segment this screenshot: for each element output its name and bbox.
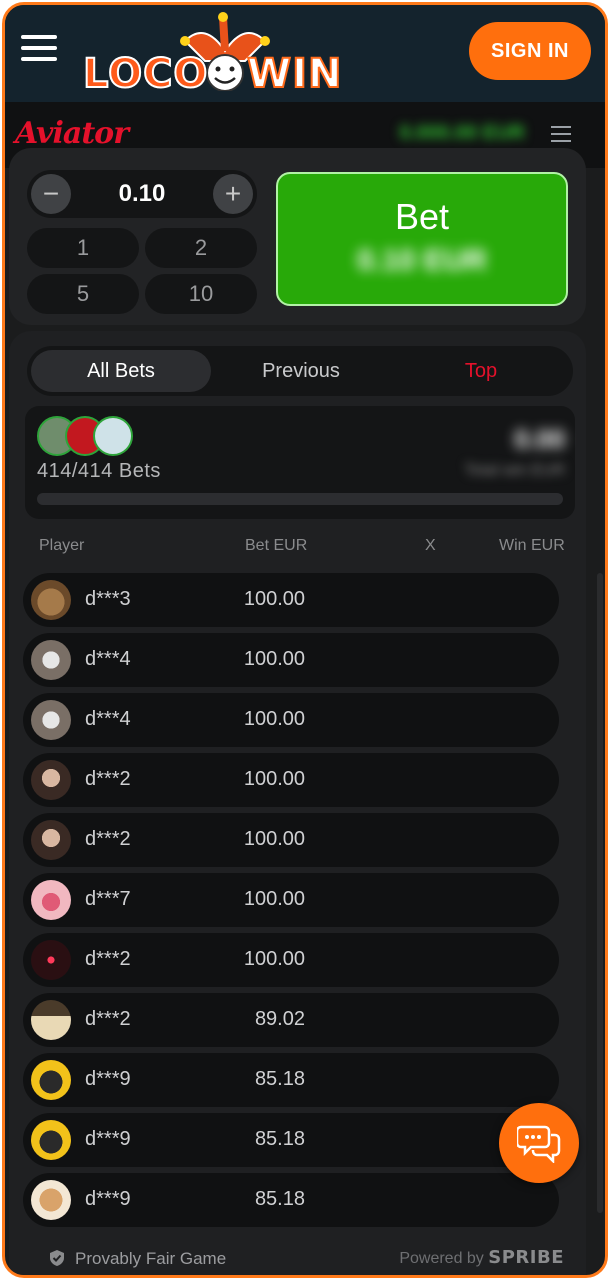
column-bet: Bet EUR	[245, 537, 308, 554]
logo-loco-text: LOCO	[82, 50, 209, 98]
logo-win-text: WIN	[246, 50, 343, 98]
quick-amount-5[interactable]: 5	[27, 274, 139, 314]
player-name: d***9	[85, 1128, 131, 1150]
player-name: d***2	[85, 768, 131, 790]
hamburger-icon[interactable]	[21, 35, 57, 65]
provably-fair-link[interactable]: Provably Fair Game	[75, 1249, 226, 1269]
column-multiplier: X	[425, 537, 436, 554]
avatar	[31, 1060, 71, 1100]
tab-top[interactable]: Top	[391, 350, 571, 392]
total-win-label: Total win EUR	[464, 462, 565, 479]
bets-count: 414/414 Bets	[37, 460, 161, 482]
avatar	[31, 1000, 71, 1040]
bet-amount: 85.18	[254, 1188, 305, 1210]
increase-button[interactable]: +	[213, 174, 253, 214]
bets-footer: Provably Fair Game Powered by SPRIBE	[9, 1241, 586, 1275]
column-win: Win EUR	[499, 537, 565, 554]
tab-previous[interactable]: Previous	[211, 350, 391, 392]
table-row: d***7 100.00	[23, 873, 559, 927]
bet-amount: 85.18	[254, 1128, 305, 1150]
table-row: d***2 100.00	[23, 933, 559, 987]
bet-button-label: Bet	[394, 196, 450, 237]
page-scrollbar[interactable]	[597, 573, 603, 1213]
avatar	[31, 940, 71, 980]
avatar	[31, 1180, 71, 1220]
chat-button[interactable]	[499, 1103, 579, 1183]
app-frame: LOCO WIN SIGN IN Aviator 0.000.00 EUR − …	[2, 2, 608, 1278]
shield-check-icon	[50, 1250, 64, 1266]
bet-panel: − 0.10 + 1 2 5 10 Bet 0.10 EUR	[9, 148, 586, 325]
tab-all-bets[interactable]: All Bets	[31, 350, 211, 392]
quick-amount-10[interactable]: 10	[145, 274, 257, 314]
table-row: d***4 100.00	[23, 693, 559, 747]
avatar-stack	[37, 416, 137, 456]
total-win-value: 0.00	[514, 424, 565, 454]
sign-in-button[interactable]: SIGN IN	[469, 22, 591, 80]
site-logo[interactable]: LOCO WIN	[79, 11, 343, 99]
quick-amount-1[interactable]: 1	[27, 228, 139, 268]
bet-button-amount: 0.10 EUR	[356, 244, 488, 277]
bet-amount: 100.00	[243, 708, 305, 730]
amount-stepper: − 0.10 +	[27, 170, 257, 218]
bet-amount-input[interactable]: 0.10	[67, 180, 217, 208]
quick-amount-2[interactable]: 2	[145, 228, 257, 268]
table-row: d***3 100.00	[23, 573, 559, 627]
bet-amount: 100.00	[243, 828, 305, 850]
avatar	[31, 700, 71, 740]
bets-progress-bar	[37, 493, 563, 505]
aviator-logo: Aviator	[15, 116, 129, 151]
bet-amount: 100.00	[243, 648, 305, 670]
bet-amount: 100.00	[243, 948, 305, 970]
bet-amount: 100.00	[243, 588, 305, 610]
bet-button[interactable]: Bet 0.10 EUR	[276, 172, 568, 306]
bet-amount: 85.18	[254, 1068, 305, 1090]
decrease-button[interactable]: −	[31, 174, 71, 214]
column-player: Player	[39, 537, 85, 554]
player-name: d***2	[85, 1008, 131, 1030]
player-name: d***9	[85, 1188, 131, 1210]
table-row: d***2 89.02	[23, 993, 559, 1047]
avatar	[93, 416, 133, 456]
balance-display: 0.000.00 EUR	[399, 122, 525, 144]
player-name: d***3	[85, 588, 131, 610]
bet-amount: 100.00	[243, 768, 305, 790]
avatar	[31, 580, 71, 620]
bet-amount: 89.02	[254, 1008, 305, 1030]
avatar	[31, 760, 71, 800]
table-row: d***9 85.18	[23, 1113, 559, 1167]
avatar	[31, 880, 71, 920]
player-name: d***2	[85, 828, 131, 850]
player-name: d***7	[85, 888, 131, 910]
player-name: d***4	[85, 708, 131, 730]
table-row: d***9 85.18	[23, 1053, 559, 1107]
avatar	[31, 640, 71, 680]
bet-amount: 100.00	[243, 888, 305, 910]
site-header: LOCO WIN SIGN IN	[5, 5, 605, 102]
bets-tabs: All Bets Previous Top	[27, 346, 573, 396]
powered-by: Powered by SPRIBE	[399, 1247, 564, 1268]
avatar	[31, 1120, 71, 1160]
table-row: d***9 85.18	[23, 1173, 559, 1227]
chat-bubbles-icon	[517, 1125, 561, 1163]
table-row: d***2 100.00	[23, 813, 559, 867]
menu-lines-icon[interactable]	[551, 126, 571, 144]
table-row: d***2 100.00	[23, 753, 559, 807]
bets-summary: 414/414 Bets 0.00 Total win EUR	[25, 406, 575, 519]
player-name: d***9	[85, 1068, 131, 1090]
player-name: d***2	[85, 948, 131, 970]
table-row: d***4 100.00	[23, 633, 559, 687]
player-name: d***4	[85, 648, 131, 670]
bets-list: d***3 100.00 d***4 100.00 d***4 100.00 d***2 10…	[23, 573, 559, 1233]
avatar	[31, 820, 71, 860]
